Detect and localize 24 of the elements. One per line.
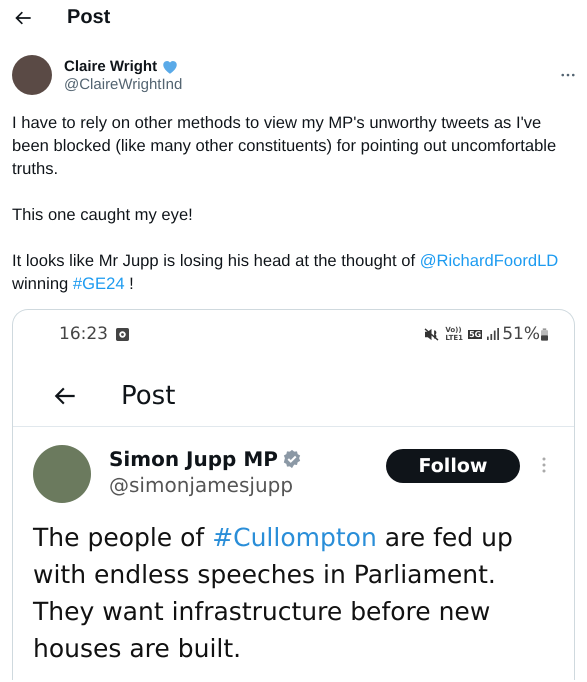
author-name: Simon Jupp MP xyxy=(109,447,278,471)
alarm-icon xyxy=(116,328,129,340)
follow-button[interactable]: Follow xyxy=(386,449,520,483)
author-handle: @ClaireWrightInd xyxy=(64,76,184,92)
post-text: I have to rely on other methods to view my MP's unworthy tweets as I've been blocked (like many other constituents) for pointing out uncomfortable truths. xyxy=(12,112,558,180)
post-text: This one caught my eye! xyxy=(12,204,194,226)
author-name: Claire Wright xyxy=(64,58,158,75)
avatar xyxy=(12,55,52,95)
battery-icon xyxy=(541,328,548,340)
screen-title: Post xyxy=(121,381,176,411)
post-text: The people of #Cullompton are fed up with endless speeches in Parliament. They want infrastructure before new houses are built. xyxy=(33,522,514,665)
mute-icon xyxy=(424,328,440,340)
mention-link[interactable]: @RichardFoordLD xyxy=(420,251,558,270)
hashtag-link[interactable]: #GE24 xyxy=(72,274,125,293)
page-title: Post xyxy=(67,6,110,29)
more-icon xyxy=(542,457,546,473)
network-label: 5G xyxy=(468,330,482,338)
signal-icon xyxy=(487,328,500,340)
battery-percent: 51% xyxy=(502,324,540,344)
status-time: 16:23 xyxy=(59,324,108,344)
more-icon xyxy=(561,73,575,77)
post-text: It looks like Mr Jupp is losing his head at the thought of @RichardFoordLD winning #GE24 ! xyxy=(12,250,560,295)
hashtag-link[interactable]: #Cullompton xyxy=(212,523,377,552)
author-handle: @simonjamesjupp xyxy=(109,473,294,497)
